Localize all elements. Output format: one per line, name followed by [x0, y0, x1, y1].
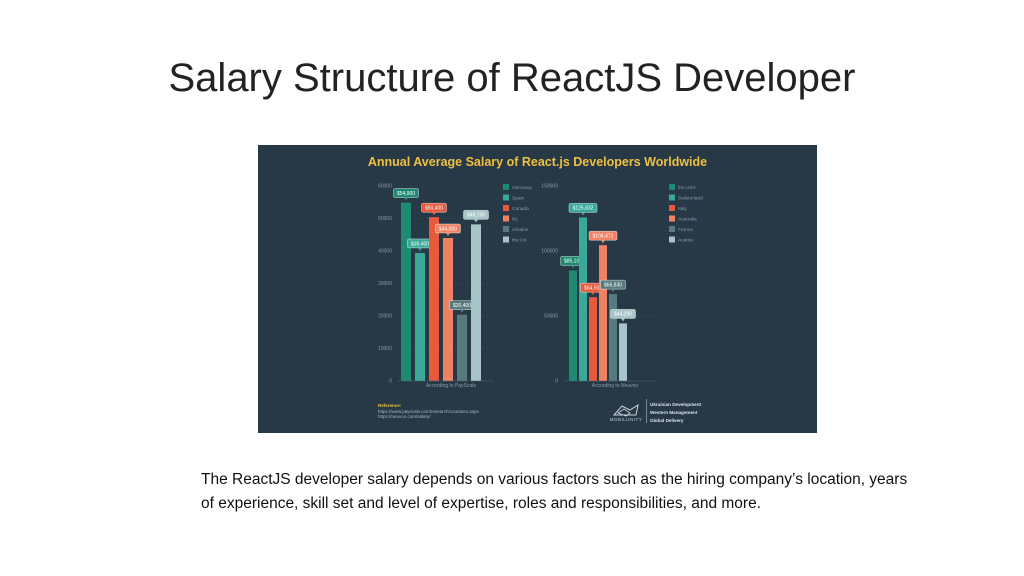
- legend-swatch: [669, 226, 675, 232]
- data-label: $39,400: [411, 241, 429, 247]
- legend-swatch: [669, 194, 675, 201]
- legend-label: Ukraine: [512, 227, 529, 233]
- data-label-pointer: [581, 212, 585, 216]
- legend-swatch: [503, 236, 509, 243]
- data-label-pointer: [404, 197, 408, 201]
- legend-label: Spain: [512, 196, 525, 202]
- slide-body-text: The ReactJS developer salary depends on …: [201, 471, 908, 512]
- data-label: $50,400: [425, 206, 443, 212]
- data-label: $44,290: [614, 312, 632, 318]
- salary-infographic: Annual Average Salary of React.js Develo…: [258, 145, 817, 433]
- legend-swatch: [503, 226, 509, 232]
- legend-label: Germany: [512, 185, 532, 191]
- references: Reference: https://www.payscale.com/rese…: [378, 403, 479, 420]
- data-label-pointer: [611, 289, 615, 293]
- legend-swatch: [669, 184, 675, 190]
- data-label: $104,471: [593, 233, 614, 239]
- x-axis-label: According to Neuvoo: [592, 383, 639, 389]
- data-label-pointer: [591, 292, 595, 296]
- brand-tagline-line: Global Delivery: [650, 418, 684, 423]
- y-tick-label: 100000: [541, 249, 558, 255]
- data-label: $48,200: [467, 213, 485, 219]
- data-label: $125,832: [573, 206, 594, 212]
- brand-name: MOBILUNITY: [609, 417, 643, 422]
- slide-title: Salary Structure of ReactJS Developer: [168, 56, 856, 100]
- brand-tagline-line: Ukrainian Development: [650, 402, 702, 407]
- y-tick-label: 0: [389, 379, 392, 385]
- y-tick-label: 10000: [378, 346, 392, 352]
- bar: [401, 202, 411, 381]
- data-label: $20,400: [453, 303, 471, 309]
- legend-swatch: [503, 194, 509, 201]
- legend-label: the USA: [678, 185, 697, 191]
- y-tick-label: 20000: [378, 314, 392, 320]
- y-tick-label: 0: [555, 379, 558, 385]
- bar: [619, 323, 627, 381]
- bar: [569, 270, 577, 381]
- y-tick-label: 150000: [541, 184, 558, 190]
- reference-link[interactable]: https://neuvoo.com/salary/: [378, 414, 479, 420]
- data-label-pointer: [621, 318, 625, 322]
- bar: [609, 294, 617, 381]
- y-tick-label: 40000: [378, 249, 392, 255]
- legend-label: NL: [512, 217, 518, 223]
- legend-swatch: [669, 236, 675, 243]
- brand-tagline-line: Western Management: [650, 410, 698, 415]
- legend-swatch: [503, 184, 509, 190]
- bar: [415, 252, 425, 381]
- legend-label: Canada: [512, 206, 529, 212]
- y-tick-label: 60000: [378, 184, 392, 190]
- y-tick-label: 50000: [378, 216, 392, 222]
- data-label: $54,900: [397, 191, 415, 197]
- legend-swatch: [503, 215, 509, 222]
- legend-label: Switzerland: [678, 196, 703, 202]
- data-label-pointer: [601, 240, 605, 244]
- y-tick-label: 30000: [378, 281, 392, 287]
- legend-label: the UK: [512, 238, 527, 244]
- legend-swatch: [669, 215, 675, 222]
- legend-swatch: [669, 205, 675, 211]
- legend-swatch: [503, 205, 509, 211]
- bar: [429, 217, 439, 381]
- x-axis-label: According to PayScale: [426, 383, 477, 389]
- legend-label: Austria: [678, 238, 693, 244]
- data-label-pointer: [446, 233, 450, 236]
- brand-divider: [646, 399, 647, 423]
- bar: [589, 297, 597, 381]
- data-label: $66,830: [604, 282, 622, 288]
- legend-label: Italy: [678, 206, 687, 212]
- brand-block: MOBILUNITY Ukrainian Development Western…: [608, 397, 728, 425]
- data-label: $44,000: [439, 226, 457, 232]
- bar: [599, 245, 607, 381]
- salary-charts: 0 10000 20000 30000 40000 50000 60000 $54,900 Ge…: [378, 184, 703, 390]
- data-label-pointer: [474, 219, 478, 223]
- legend-label: Australia: [678, 217, 697, 223]
- data-label-pointer: [432, 212, 436, 216]
- data-label-pointer: [418, 247, 422, 251]
- data-label-pointer: [571, 265, 575, 269]
- bar: [579, 217, 587, 381]
- bar: [471, 224, 481, 381]
- y-tick-label: 50000: [544, 314, 558, 320]
- data-label-pointer: [460, 309, 464, 313]
- brand-tagline: Ukrainian Development Western Management…: [650, 401, 701, 425]
- legend-label: France: [678, 227, 693, 233]
- bar: [457, 314, 467, 381]
